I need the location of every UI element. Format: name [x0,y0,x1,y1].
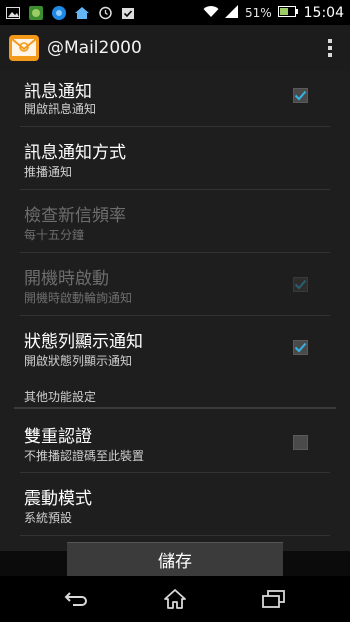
setting-title: 開機時啟動 [24,269,109,289]
app-title: @Mail2000 [47,38,142,58]
statusbar-notify-checkbox[interactable] [293,340,308,355]
app-circle-icon [51,5,67,21]
home-icon [74,5,90,21]
signal-icon [224,4,239,21]
setting-title: 雙重認證 [24,427,92,447]
category-divider [14,407,336,409]
setting-summary: 開機時啟動輪詢通知 [24,291,133,305]
boot-start-checkbox [293,277,308,292]
mail2000-envelope-icon[interactable] [9,33,39,63]
setting-summary: 推播通知 [24,165,73,179]
gallery-icon [5,5,21,21]
setting-summary: 開啟狀態列顯示通知 [24,354,133,368]
wifi-icon [203,5,219,21]
setting-summary: 系統預設 [24,511,73,525]
task-check-icon [120,5,136,21]
setting-vibrate-mode[interactable]: 震動模式 系統預設 [0,473,350,535]
save-button[interactable]: 儲存 [67,542,283,576]
setting-title: 狀態列顯示通知 [24,332,143,352]
notify-checkbox[interactable] [293,88,308,103]
two-factor-checkbox[interactable] [293,435,308,450]
setting-start-on-boot: 開機時啟動 開機時啟動輪詢通知 [0,253,350,315]
settings-list: 訊息通知 開啟訊息通知 訊息通知方式 推播通知 檢查新信頻率 每十五分鐘 開機時… [0,71,350,551]
setting-title: 檢查新信頻率 [24,206,126,226]
setting-statusbar-notification[interactable]: 狀態列顯示通知 開啟狀態列顯示通知 [0,316,350,378]
setting-title: 訊息通知 [24,82,92,102]
setting-notification-method[interactable]: 訊息通知方式 推播通知 [0,127,350,189]
setting-title: 訊息通知方式 [24,143,126,163]
home-icon[interactable] [155,586,195,612]
battery-icon [277,5,298,20]
status-bar: 51% 15:04 [0,0,350,25]
android-robot-icon [28,5,44,21]
navigation-bar [0,576,350,622]
setting-summary: 開啟訊息通知 [24,102,97,116]
setting-message-notification[interactable]: 訊息通知 開啟訊息通知 [0,71,350,125]
category-header-other: 其他功能設定 [24,390,97,404]
overflow-menu-icon[interactable] [324,36,336,60]
action-bar: @Mail2000 [0,25,350,71]
setting-title: 震動模式 [24,489,92,509]
setting-check-frequency: 檢查新信頻率 每十五分鐘 [0,190,350,252]
save-bar: 儲存 [0,538,350,576]
back-icon[interactable] [57,586,97,612]
divider [20,535,330,536]
alarm-icon [97,5,113,21]
setting-summary: 每十五分鐘 [24,228,85,242]
setting-two-factor-auth[interactable]: 雙重認證 不推播認證碼至此裝置 [0,410,350,472]
setting-summary: 不推播認證碼至此裝置 [24,449,145,463]
clock: 15:04 [303,4,344,21]
battery-percent: 51% [244,5,272,20]
recent-apps-icon[interactable] [253,586,293,612]
